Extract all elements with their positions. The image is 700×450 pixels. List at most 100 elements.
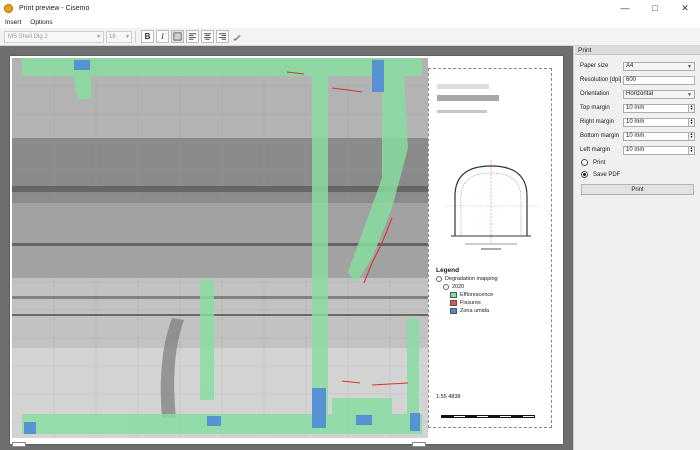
legend-item-label: Fissures xyxy=(460,300,481,306)
brush-icon xyxy=(233,34,241,41)
legend-item: Efflorescence xyxy=(436,292,546,298)
font-size-value: 18 xyxy=(109,33,116,40)
chevron-down-icon: ▼ xyxy=(687,63,692,70)
map-corner-box-right xyxy=(412,442,426,447)
tunnel-map[interactable] xyxy=(12,58,428,438)
legend-year-label: 2020 xyxy=(452,284,465,290)
chevron-down-icon: ▾ xyxy=(96,34,100,40)
efflorescence-swatch xyxy=(450,292,457,298)
right-margin-row: Right margin 10 mm ▲ ▼ xyxy=(580,117,695,127)
app-icon xyxy=(4,3,13,13)
menu-bar: Insert Options xyxy=(0,16,700,28)
pdf-radio-row[interactable]: Save PDF xyxy=(581,171,620,178)
paper-size-row: Paper size A4 ▼ xyxy=(580,61,695,71)
paper-size-label: Paper size xyxy=(580,63,609,69)
legend-year[interactable]: 2020 xyxy=(436,284,546,290)
spin-arrows-icon[interactable]: ▲ ▼ xyxy=(688,132,694,140)
right-margin-spinbox[interactable]: 10 mm ▲ ▼ xyxy=(623,117,695,127)
chevron-down-icon: ▾ xyxy=(125,34,129,40)
layout-subtitle-placeholder xyxy=(437,95,499,101)
menu-options[interactable]: Options xyxy=(30,19,52,26)
align-right-icon xyxy=(218,33,227,40)
italic-button[interactable]: I xyxy=(156,30,169,43)
top-margin-value: 10 mm xyxy=(626,105,645,111)
legend-item-label: Zona umida xyxy=(460,308,490,314)
print-radio-label: Print xyxy=(593,159,606,166)
align-right-button[interactable] xyxy=(216,30,229,43)
humidity-swatch xyxy=(450,308,457,314)
minimize-button[interactable]: — xyxy=(610,0,640,16)
legend-item: Zona umida xyxy=(436,308,546,314)
title-bar: Print preview - Cisemo — □ ✕ xyxy=(0,0,700,16)
underline-button[interactable] xyxy=(171,30,184,43)
bottom-margin-value: 10 mm xyxy=(626,133,645,139)
orthophoto-map xyxy=(12,58,428,438)
toolbar-separator xyxy=(135,30,136,43)
align-left-icon xyxy=(188,33,197,40)
layout-title-placeholder xyxy=(437,84,489,89)
right-margin-value: 10 mm xyxy=(626,119,645,125)
bottom-margin-row: Bottom margin 10 mm ▲ ▼ xyxy=(580,131,695,141)
font-family-select[interactable]: MS Shell Dlg 2 ▾ xyxy=(4,30,104,43)
top-margin-label: Top margin xyxy=(580,105,610,111)
print-settings-panel: Print Paper size A4 ▼ Resolution [dpi] 6… xyxy=(575,46,700,450)
spin-arrows-icon[interactable]: ▲ ▼ xyxy=(688,118,694,126)
orientation-select[interactable]: Horizontal ▼ xyxy=(623,89,695,99)
orientation-label: Orientation xyxy=(580,91,610,97)
text-color-button[interactable] xyxy=(231,30,244,43)
group-icon xyxy=(443,284,449,290)
maximize-button[interactable]: □ xyxy=(640,0,670,16)
print-radio[interactable] xyxy=(581,159,588,166)
align-center-button[interactable] xyxy=(201,30,214,43)
left-margin-value: 10 mm xyxy=(626,147,645,153)
resolution-label: Resolution [dpi] xyxy=(580,77,622,83)
resolution-value: 600 xyxy=(626,77,637,83)
tunnel-section-drawing xyxy=(445,160,537,250)
page-sheet: Legend Degradation mapping 2020 Efflores… xyxy=(10,56,563,447)
spin-arrows-icon[interactable]: ▲ ▼ xyxy=(688,104,694,112)
paper-size-select[interactable]: A4 ▼ xyxy=(623,61,695,71)
spin-arrows-icon[interactable]: ▲ ▼ xyxy=(688,146,694,154)
resolution-input[interactable]: 600 xyxy=(623,75,695,85)
print-radio-row[interactable]: Print xyxy=(581,159,605,166)
bottom-margin-spinbox[interactable]: 10 mm ▲ ▼ xyxy=(623,131,695,141)
align-left-button[interactable] xyxy=(186,30,199,43)
orientation-row: Orientation Horizontal ▼ xyxy=(580,89,695,99)
group-icon xyxy=(436,276,442,282)
layout-info-panel[interactable]: Legend Degradation mapping 2020 Efflores… xyxy=(428,68,552,428)
orientation-value: Horizontal xyxy=(626,91,654,97)
legend-group[interactable]: Degradation mapping xyxy=(436,276,546,282)
fissures-swatch xyxy=(450,300,457,306)
left-margin-label: Left margin xyxy=(580,147,611,153)
window-title: Print preview - Cisemo xyxy=(19,4,90,12)
layout-note-placeholder xyxy=(437,110,487,113)
radio-selected-dot xyxy=(583,173,586,176)
left-margin-row: Left margin 10 mm ▲ ▼ xyxy=(580,145,695,155)
legend-item-label: Efflorescence xyxy=(460,292,494,298)
scale-text: 1:55 4838 xyxy=(436,394,461,400)
map-corner-box-left xyxy=(12,442,26,447)
align-center-icon xyxy=(203,33,212,40)
toolbar: MS Shell Dlg 2 ▾ 18 ▾ B I xyxy=(0,28,700,46)
bold-button[interactable]: B xyxy=(141,30,154,43)
chevron-down-icon: ▼ xyxy=(687,91,692,98)
legend-item: Fissures xyxy=(436,300,546,306)
left-margin-spinbox[interactable]: 10 mm ▲ ▼ xyxy=(623,145,695,155)
top-margin-spinbox[interactable]: 10 mm ▲ ▼ xyxy=(623,103,695,113)
legend-group-label: Degradation mapping xyxy=(445,276,498,282)
print-preview-area[interactable]: Legend Degradation mapping 2020 Efflores… xyxy=(0,46,574,450)
close-button[interactable]: ✕ xyxy=(670,0,700,16)
legend: Legend Degradation mapping 2020 Efflores… xyxy=(436,267,546,314)
font-family-value: MS Shell Dlg 2 xyxy=(8,33,48,40)
underline-icon xyxy=(173,32,182,41)
menu-insert[interactable]: Insert xyxy=(5,19,21,26)
save-pdf-radio-label: Save PDF xyxy=(593,171,621,178)
panel-header: Print xyxy=(575,46,700,55)
print-button[interactable]: Print xyxy=(581,184,694,195)
resolution-row: Resolution [dpi] 600 xyxy=(580,75,695,85)
save-pdf-radio[interactable] xyxy=(581,171,588,178)
scale-bar xyxy=(441,415,535,418)
legend-title: Legend xyxy=(436,267,460,274)
font-size-select[interactable]: 18 ▾ xyxy=(106,30,132,43)
top-margin-row: Top margin 10 mm ▲ ▼ xyxy=(580,103,695,113)
